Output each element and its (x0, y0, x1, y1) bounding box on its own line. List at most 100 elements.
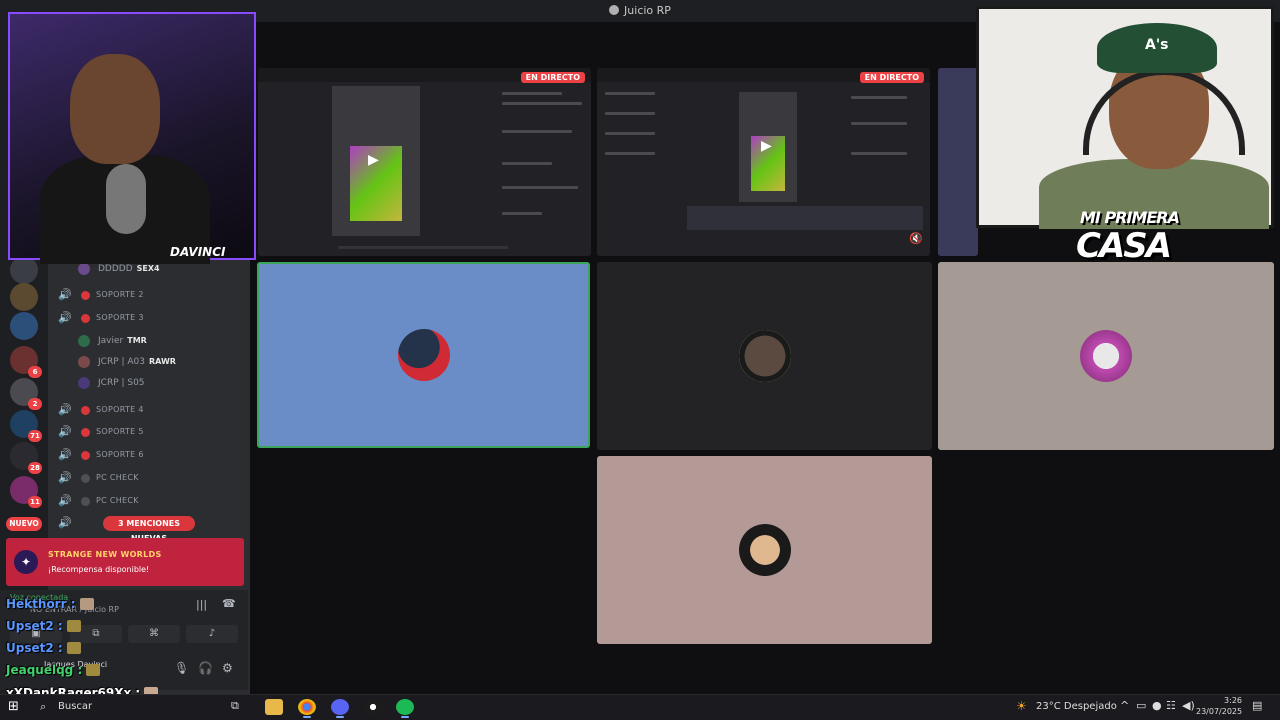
speaker-icon: 🔊 (58, 311, 72, 324)
avatar (78, 263, 90, 275)
unread-badge: 71 (28, 430, 42, 442)
headset-icon[interactable]: 🎧 (198, 661, 213, 675)
video-tile[interactable] (938, 68, 978, 256)
muted-speaker-icon[interactable]: 🔇 (909, 232, 923, 245)
user-tag: TMR (127, 336, 147, 345)
discord-icon[interactable] (331, 699, 349, 718)
status-dot (81, 291, 90, 300)
mic-icon[interactable]: 🎙 (174, 661, 189, 675)
search-icon[interactable]: ⌕ (40, 700, 46, 714)
channel-label: SOPORTE 4 (96, 405, 144, 414)
user-name: Javier (98, 336, 124, 346)
new-pill[interactable]: NUEVO (6, 517, 42, 531)
unread-badge: 11 (28, 496, 42, 508)
network-icon[interactable]: ☷ (1166, 699, 1176, 712)
file-explorer-icon[interactable] (265, 699, 283, 715)
channel-label: PC CHECK (96, 473, 139, 482)
reward-title: STRANGE NEW WORLDS (48, 550, 162, 559)
chat-message: Jeaquelqg : (6, 663, 101, 677)
thumbnail-strip (687, 206, 923, 230)
user-tag: RAWR (148, 357, 176, 366)
play-icon: ▶ (368, 152, 379, 168)
speaker-icon: 🔊 (58, 448, 72, 461)
server-icon[interactable]: 11 (10, 476, 42, 508)
chat-message: Upset2 : (6, 619, 81, 633)
show-logo-top: MI PRIMERA (1080, 208, 1180, 227)
user-name: JCRP | A03 (98, 357, 145, 367)
chat-username: Upset2 : (6, 641, 63, 655)
unread-badge: 28 (28, 462, 42, 474)
screen-share-tile[interactable]: ▶ EN DIRECTO (258, 68, 591, 256)
avatar (397, 329, 450, 381)
reward-banner[interactable] (6, 538, 244, 586)
stream-preview: ▶ (597, 82, 930, 256)
participant-tile[interactable] (597, 456, 932, 644)
new-mentions-pill[interactable]: 3 MENCIONES NUEVAS (103, 516, 195, 543)
chrome-icon[interactable] (298, 699, 316, 718)
weather-text[interactable]: 23°C Despejado (1036, 701, 1117, 712)
soundboard-button[interactable]: ♪ (186, 625, 238, 643)
cap-logo: A's (1145, 37, 1169, 53)
server-icon[interactable]: 2 (10, 378, 42, 410)
notification-icon[interactable]: ▤ (1252, 699, 1262, 712)
speaker-icon: 🔊 (58, 403, 72, 416)
status-dot (81, 428, 90, 437)
chat-message: Hekthorr : (6, 597, 94, 611)
server-icon[interactable]: 28 (10, 442, 42, 474)
participant-tile[interactable] (938, 262, 1274, 450)
chat-message: Upset2 : (6, 641, 81, 655)
gear-icon[interactable]: ⚙ (222, 661, 233, 675)
speaker-icon: 🔊 (58, 288, 72, 301)
voice-channel[interactable]: 🔊 SOPORTE 4 (48, 400, 248, 420)
weather-icon[interactable]: ☀ (1016, 699, 1027, 713)
server-icon[interactable] (10, 312, 38, 340)
status-dot (81, 474, 90, 483)
server-icon[interactable]: 6 (10, 346, 42, 378)
emote-icon (86, 664, 101, 676)
screen-share-icon: ⧉ (92, 628, 100, 639)
participant-tile[interactable] (257, 262, 590, 448)
obs-icon[interactable] (364, 699, 382, 715)
participant-tile[interactable] (597, 262, 932, 450)
unread-badge: 2 (28, 398, 42, 410)
taskbar-search[interactable]: Buscar (58, 701, 92, 712)
avatar (738, 524, 791, 576)
server-icon[interactable]: 71 (10, 410, 42, 442)
window-title-text: Juicio RP (624, 4, 671, 17)
mic-tray-icon[interactable]: ● (1152, 699, 1162, 712)
speaker-icon: 🔊 (58, 494, 72, 507)
voice-channel[interactable]: 🔊 PC CHECK (48, 468, 248, 488)
activity-button[interactable]: ⌘ (128, 625, 180, 643)
emote-icon (66, 620, 81, 632)
clock-time[interactable]: 3:26 (1200, 696, 1242, 705)
voice-channel[interactable]: 🔊 SOPORTE 6 (48, 445, 248, 465)
server-icon[interactable] (10, 256, 38, 284)
voice-channel[interactable]: 🔊 SOPORTE 2 (48, 285, 248, 305)
avatar (78, 335, 90, 347)
chevron-up-icon[interactable]: ^ (1120, 699, 1129, 712)
battery-icon[interactable]: ▭ (1136, 699, 1146, 712)
volume-icon[interactable]: ◀) (1182, 699, 1195, 712)
user-tag: SEX4 (136, 264, 160, 273)
voice-channel[interactable]: 🔊 SOPORTE 3 (48, 308, 248, 328)
guest-webcam: A's (976, 6, 1274, 229)
server-icon[interactable] (10, 283, 38, 311)
channel-label: SOPORTE 2 (96, 290, 144, 299)
speaker-icon: 🔊 (58, 425, 72, 438)
windows-start-icon[interactable]: ⊞ (8, 699, 19, 714)
microphone-icon (106, 164, 146, 234)
spotify-icon[interactable] (396, 699, 414, 718)
headset-icon (1083, 69, 1245, 155)
chat-username: Upset2 : (6, 619, 63, 633)
voice-channel[interactable]: 🔊 SOPORTE 5 (48, 422, 248, 442)
channel-label: SOPORTE 3 (96, 313, 144, 322)
streamer-name: DAVINCI (170, 245, 226, 259)
noise-suppression-icon[interactable]: ||| (196, 598, 207, 611)
clock-date[interactable]: 23/07/2025 (1196, 707, 1242, 716)
voice-channel[interactable]: 🔊 PC CHECK (48, 491, 248, 511)
chat-username: Jeaquelqg : (6, 663, 83, 677)
task-view-icon[interactable]: ⧉ (231, 699, 249, 715)
disconnect-icon[interactable]: ☎ (222, 597, 236, 610)
screen-share-tile[interactable]: ▶ EN DIRECTO 🔇 (597, 68, 930, 256)
status-dot (81, 497, 90, 506)
